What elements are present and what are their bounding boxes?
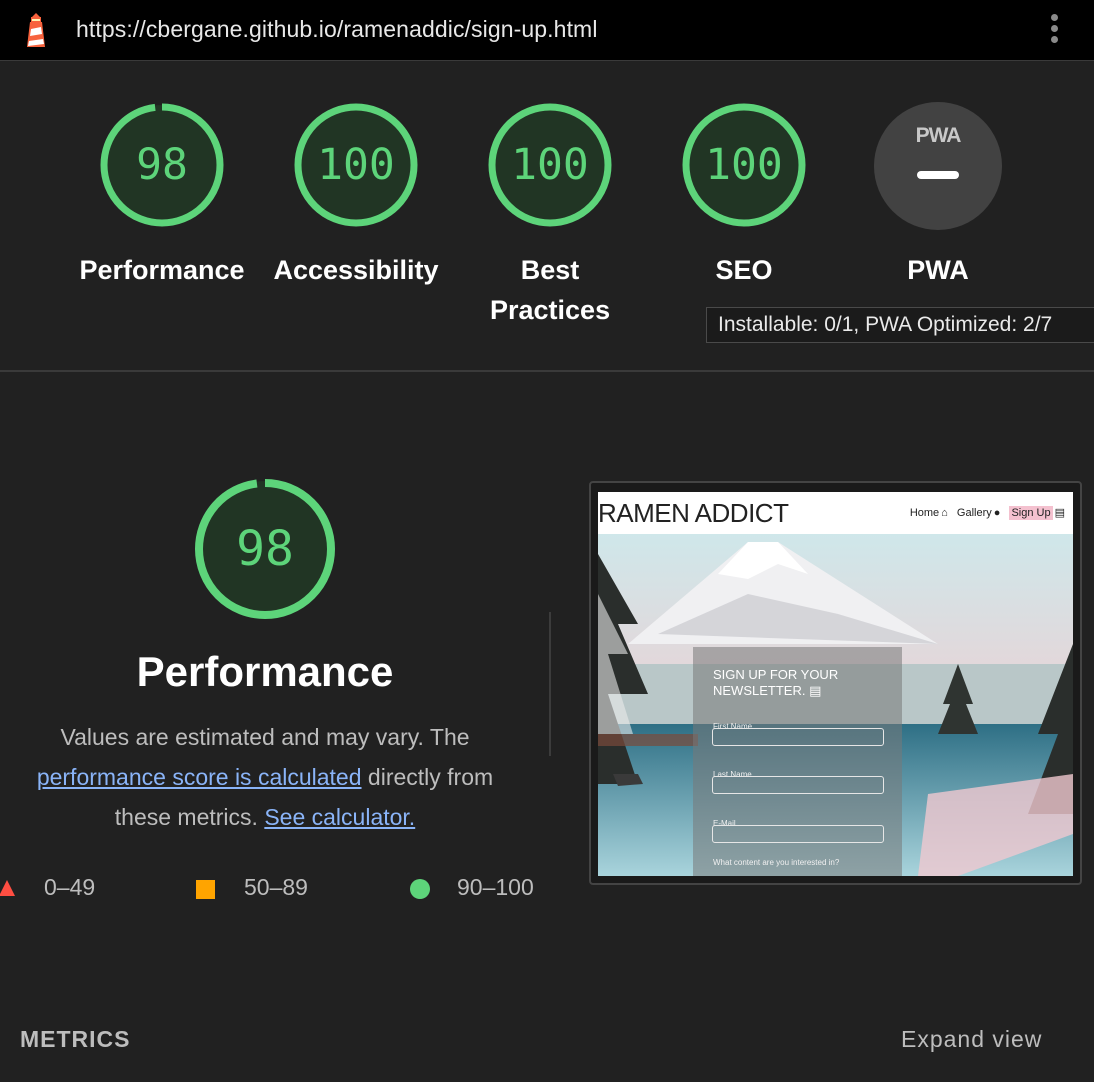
gauge-score: 98 (136, 140, 188, 190)
performance-gauge: 98 (192, 476, 338, 622)
gauge-accessibility[interactable]: 100 (291, 100, 421, 230)
final-screenshot[interactable]: RAMEN ADDICT Home⌂ Gallery● Sign Up▤ (598, 492, 1073, 876)
legend-range: 0–49 (44, 874, 96, 900)
see-calculator-link[interactable]: See calculator. (264, 804, 415, 830)
gauge-best-practices[interactable]: 100 (485, 100, 615, 230)
pwa-badge-text: PWA (915, 124, 962, 147)
site-brand: RAMEN ADDICT (598, 498, 789, 528)
gauge-score: 100 (705, 140, 783, 190)
last-name-input (712, 776, 884, 794)
desc-text: Values are estimated and may vary. The (60, 724, 470, 750)
site-nav: Home ⌂ Gallery ● Sign Up ▤ (904, 506, 1065, 520)
top-bar: https://cbergane.github.io/ramenaddic/si… (0, 0, 1094, 61)
signup-form: SIGN UP FOR YOUR NEWSLETTER. ▤ First Nam… (693, 647, 902, 876)
pwa-tooltip: Installable: 0/1, PWA Optimized: 2/7 (706, 307, 1094, 343)
bowl-icon: ● (993, 507, 1001, 519)
gauge-label: SEO (715, 255, 773, 285)
legend-range: 50–89 (244, 874, 308, 900)
gauge-performance[interactable]: 98 (97, 100, 227, 230)
triangle-icon (0, 880, 15, 896)
metrics-heading: METRICS (20, 1026, 131, 1052)
section-divider (0, 370, 1094, 372)
square-icon (196, 880, 215, 899)
performance-description: Values are estimated and may vary. The p… (15, 717, 515, 837)
gauge-score: 100 (317, 140, 395, 190)
page-url: https://cbergane.github.io/ramenaddic/si… (76, 16, 598, 42)
first-name-input (712, 728, 884, 746)
gauge-score: 100 (511, 140, 589, 190)
gauge-label: Performance (79, 255, 245, 285)
vertical-divider (549, 612, 551, 756)
expand-view-button[interactable]: Expand view (901, 1026, 1042, 1053)
circle-icon (410, 879, 430, 899)
nav-home: Home (909, 507, 940, 519)
legend-range: 90–100 (457, 874, 534, 900)
gauge-seo[interactable]: 100 (679, 100, 809, 230)
lighthouse-icon (27, 13, 45, 47)
form-title-line: SIGN UP FOR YOUR (713, 667, 839, 682)
nav-gallery: Gallery (956, 507, 992, 519)
field-label: What content are you interested in? (713, 858, 840, 867)
performance-title: Performance (136, 648, 394, 695)
kebab-menu-icon[interactable] (1044, 12, 1064, 48)
newspaper-icon: ▤ (1054, 507, 1065, 519)
gauge-label: Accessibility (273, 255, 439, 285)
form-title: SIGN UP FOR YOUR NEWSLETTER. ▤ (713, 667, 838, 699)
pwa-label: PWA (907, 255, 969, 285)
email-input (712, 825, 884, 843)
home-icon: ⌂ (941, 507, 948, 519)
nav-signup: Sign Up (1009, 506, 1053, 520)
form-title-line: NEWSLETTER. ▤ (713, 683, 822, 698)
pwa-badge[interactable]: PWA (874, 102, 1002, 230)
performance-score: 98 (236, 521, 294, 577)
gauge-label: Best Practices (490, 255, 611, 325)
newspaper-icon: ▤ (809, 683, 822, 698)
score-calculated-link[interactable]: performance score is calculated (37, 764, 362, 790)
dash-icon (917, 171, 959, 179)
